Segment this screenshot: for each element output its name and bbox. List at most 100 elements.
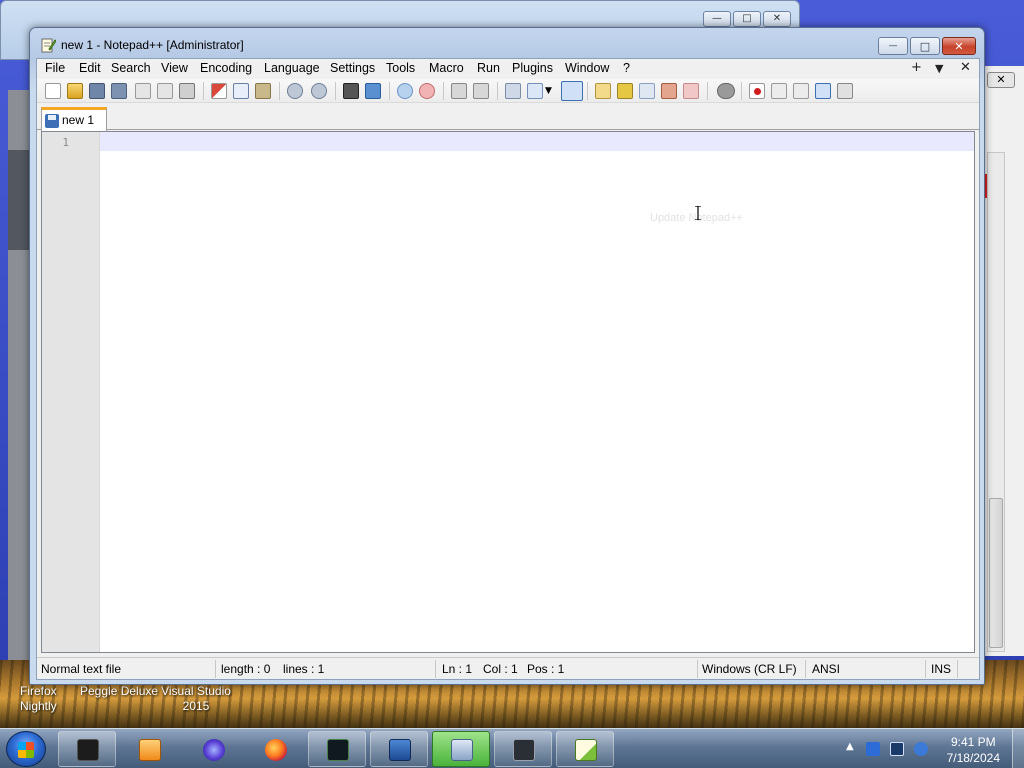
show-all-characters-icon[interactable]	[527, 83, 543, 99]
minimize-button[interactable]: —	[878, 37, 908, 55]
menu-help[interactable]: ?	[623, 61, 630, 75]
title-bar[interactable]: new 1 - Notepad++ [Administrator] — □ ✕	[30, 28, 984, 58]
close-document-icon[interactable]: ✕	[960, 60, 971, 75]
menu-run[interactable]: Run	[477, 61, 500, 75]
tab-list-dropdown-icon[interactable]: ▼	[935, 62, 943, 75]
clock-time: 9:41 PM	[950, 735, 996, 749]
copy-icon[interactable]	[233, 83, 249, 99]
toolbar-separator	[203, 82, 204, 100]
save-all-icon[interactable]	[111, 83, 127, 99]
network-icon[interactable]	[890, 742, 904, 756]
menu-search[interactable]: Search	[111, 61, 151, 75]
menu-encoding[interactable]: Encoding	[200, 61, 252, 75]
paste-icon[interactable]	[255, 83, 271, 99]
toolbar-separator	[497, 82, 498, 100]
sync-horizontal-icon[interactable]	[473, 83, 489, 99]
taskbar-app-remote-desktop[interactable]	[370, 731, 428, 767]
save-icon[interactable]	[89, 83, 105, 99]
menu-plugins[interactable]: Plugins	[512, 61, 553, 75]
remote-desktop-icon	[389, 739, 411, 761]
firefox-nightly-icon	[203, 739, 225, 761]
document-map-icon[interactable]	[617, 83, 633, 99]
taskbar-app-media-player[interactable]	[120, 731, 178, 767]
task-manager-icon	[327, 739, 349, 761]
stop-macro-icon[interactable]	[771, 83, 787, 99]
background-window-close-button[interactable]: ✕	[763, 11, 791, 27]
background-window-right: ✕	[982, 66, 1024, 656]
current-line-highlight	[100, 132, 974, 151]
status-encoding[interactable]: ANSI	[812, 662, 840, 676]
save-macro-icon[interactable]	[837, 83, 853, 99]
replace-icon[interactable]	[365, 83, 381, 99]
chevron-down-icon[interactable]: ▼	[545, 83, 555, 99]
system-clock[interactable]: 9:41 PM 7/18/2024	[947, 734, 1000, 766]
background-window-right-close-button[interactable]: ✕	[987, 72, 1015, 88]
sync-vertical-icon[interactable]	[451, 83, 467, 99]
firefox-icon	[265, 739, 287, 761]
document-list-icon[interactable]	[639, 83, 655, 99]
taskbar-app-display[interactable]	[494, 731, 552, 767]
show-hidden-icons-icon[interactable]: ▲	[846, 741, 854, 752]
record-macro-icon[interactable]	[749, 83, 765, 99]
show-desktop-button[interactable]	[1012, 729, 1024, 768]
find-icon[interactable]	[343, 83, 359, 99]
close-all-icon[interactable]	[157, 83, 173, 99]
run-macro-multiple-icon[interactable]	[815, 83, 831, 99]
close-icon: ✕	[954, 39, 964, 53]
folder-as-workspace-icon[interactable]	[683, 83, 699, 99]
taskbar-app-notepad-plus-plus[interactable]	[556, 731, 614, 767]
notepad-plus-plus-icon	[41, 38, 56, 53]
background-window-scrollbar-thumb[interactable]	[989, 498, 1003, 648]
text-editor[interactable]: 1 Update Notepad++	[41, 131, 975, 653]
desktop-icon-peggle-deluxe[interactable]: Peggle Deluxe	[80, 684, 160, 699]
status-length: length : 0	[221, 662, 271, 676]
status-divider	[957, 660, 958, 678]
taskbar-app-firefox-nightly[interactable]	[184, 731, 242, 767]
close-file-icon[interactable]	[135, 83, 151, 99]
status-lines: lines : 1	[283, 662, 325, 676]
desktop-icon-firefox-nightly[interactable]: Firefox Nightly	[20, 684, 60, 714]
function-list-icon[interactable]	[661, 83, 677, 99]
menu-tools[interactable]: Tools	[386, 61, 415, 75]
monitoring-icon[interactable]	[717, 83, 735, 99]
taskbar-app-network-connections[interactable]	[432, 731, 490, 767]
background-window-maximize-button[interactable]: □	[733, 11, 761, 27]
maximize-button[interactable]: □	[910, 37, 940, 55]
menu-settings[interactable]: Settings	[330, 61, 375, 75]
close-button[interactable]: ✕	[942, 37, 976, 55]
taskbar-app-firefox[interactable]	[246, 731, 304, 767]
desktop-icon-visual-studio[interactable]: Visual Studio 2015	[160, 684, 232, 714]
redo-icon[interactable]	[311, 83, 327, 99]
background-window-minimize-button[interactable]: —	[703, 11, 731, 27]
new-tab-plus-icon[interactable]: +	[911, 60, 922, 75]
menu-file[interactable]: File	[45, 61, 65, 75]
play-macro-icon[interactable]	[793, 83, 809, 99]
word-wrap-icon[interactable]	[505, 83, 521, 99]
menu-edit[interactable]: Edit	[79, 61, 101, 75]
status-divider	[215, 660, 216, 678]
menu-language[interactable]: Language	[264, 61, 320, 75]
volume-icon[interactable]	[914, 742, 928, 756]
display-icon	[513, 739, 535, 761]
zoom-out-icon[interactable]	[419, 83, 435, 99]
menu-macro[interactable]: Macro	[429, 61, 464, 75]
maximize-icon: □	[919, 39, 931, 53]
start-button[interactable]	[6, 731, 46, 767]
menu-view[interactable]: View	[161, 61, 188, 75]
tab-new-1[interactable]: new 1	[41, 107, 107, 131]
zoom-in-icon[interactable]	[397, 83, 413, 99]
desktop-icon-label: 2015	[182, 699, 210, 713]
taskbar-app-task-manager[interactable]	[308, 731, 366, 767]
status-eol[interactable]: Windows (CR LF)	[702, 662, 797, 676]
cut-icon[interactable]	[211, 83, 227, 99]
indent-guide-button[interactable]	[561, 81, 583, 101]
user-defined-language-icon[interactable]	[595, 83, 611, 99]
open-file-icon[interactable]	[67, 83, 83, 99]
taskbar-app-terminal[interactable]	[58, 731, 116, 767]
undo-icon[interactable]	[287, 83, 303, 99]
new-file-icon[interactable]	[45, 83, 61, 99]
print-icon[interactable]	[179, 83, 195, 99]
status-insert-mode[interactable]: INS	[931, 662, 951, 676]
menu-window[interactable]: Window	[565, 61, 609, 75]
tray-app-icon[interactable]	[866, 742, 880, 756]
